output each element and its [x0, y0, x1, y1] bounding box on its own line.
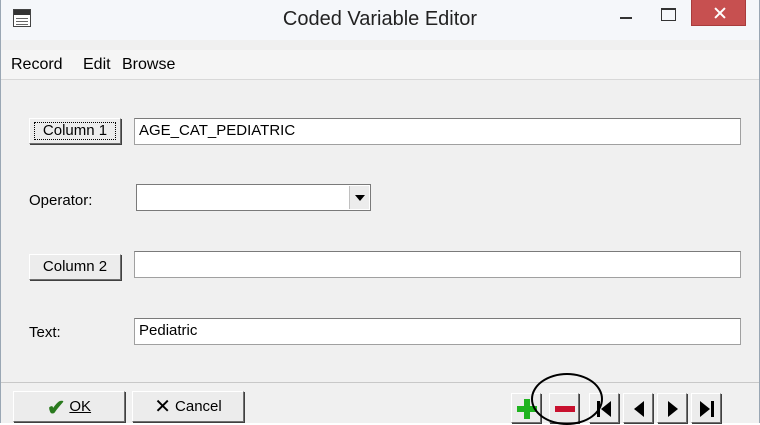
- column2-button[interactable]: Column 2: [29, 254, 121, 280]
- text-label: Text:: [29, 324, 61, 341]
- prev-icon: [634, 401, 644, 417]
- operator-select[interactable]: [136, 184, 371, 211]
- text-field[interactable]: Pediatric: [134, 318, 741, 345]
- menu-edit[interactable]: Edit: [83, 56, 111, 74]
- minimize-button[interactable]: [609, 4, 643, 34]
- cancel-button[interactable]: ✕ Cancel: [132, 391, 244, 422]
- maximize-button[interactable]: [651, 4, 685, 34]
- next-record-button[interactable]: [657, 393, 687, 423]
- menu-browse[interactable]: Browse: [122, 56, 175, 74]
- ok-button[interactable]: ✔ OK: [13, 391, 125, 422]
- column1-field[interactable]: AGE_CAT_PEDIATRIC: [134, 118, 741, 145]
- cancel-button-label: Cancel: [175, 398, 222, 415]
- x-icon: ✕: [154, 395, 172, 418]
- menu-record[interactable]: Record: [11, 56, 63, 74]
- previous-record-button[interactable]: [623, 393, 653, 423]
- window-title: Coded Variable Editor: [282, 8, 478, 30]
- close-button[interactable]: [691, 0, 746, 26]
- title-bar[interactable]: Coded Variable Editor: [1, 0, 759, 40]
- menu-bar: Record Edit Browse: [1, 50, 759, 80]
- editor-content: Column 1 AGE_CAT_PEDIATRIC Operator: Col…: [1, 82, 759, 425]
- column2-button-label: Column 2: [42, 258, 108, 275]
- column2-field[interactable]: [134, 251, 741, 278]
- coded-variable-editor-window: Coded Variable Editor Record Edit Browse…: [0, 0, 760, 425]
- next-icon: [668, 401, 678, 417]
- check-icon: ✔: [46, 394, 66, 420]
- column1-button-label: Column 1: [42, 122, 108, 139]
- bottom-toolbar: ✔ OK ✕ Cancel: [1, 382, 759, 423]
- last-record-button[interactable]: [691, 393, 721, 423]
- operator-label: Operator:: [29, 192, 93, 209]
- column1-button[interactable]: Column 1: [29, 118, 121, 144]
- highlight-circle: [531, 373, 603, 425]
- ok-button-label: OK: [69, 398, 92, 415]
- chevron-down-icon[interactable]: [349, 186, 369, 209]
